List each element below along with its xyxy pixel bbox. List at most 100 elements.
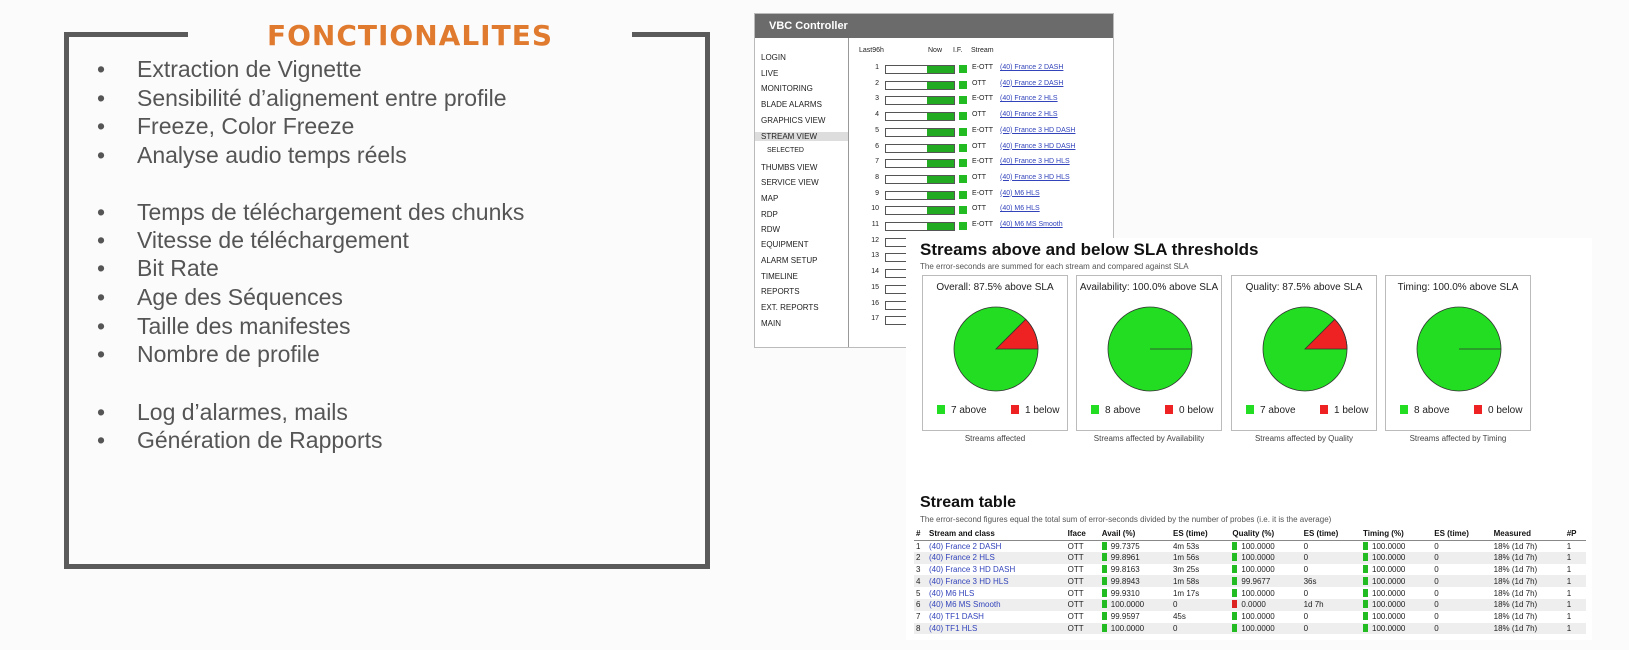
feature-item: • Nombre de profile xyxy=(97,340,320,368)
column-header: Quality (%) xyxy=(1230,528,1302,541)
stream-link[interactable]: (40) France 3 HD HLS xyxy=(926,575,1066,588)
stream-link[interactable]: (40) M6 HLS xyxy=(1000,205,1040,212)
menu-item-map[interactable]: MAP xyxy=(761,194,778,203)
table-cell: 0 xyxy=(1432,551,1492,564)
cell-value: 18% (1d 7h) xyxy=(1493,541,1538,551)
cell-value: 0 xyxy=(1434,541,1439,551)
cell-value: 3m 25s xyxy=(1172,564,1200,574)
cell-value: 45s xyxy=(1172,612,1186,622)
stream-link[interactable]: (40) France 2 HLS xyxy=(926,551,1066,564)
status-square xyxy=(1101,588,1107,597)
menu-item-graphics-view[interactable]: GRAPHICS VIEW xyxy=(761,116,825,125)
cell-value: 100.0000 xyxy=(1110,600,1145,610)
stream-link[interactable]: (40) France 2 HLS xyxy=(1000,95,1058,102)
stream-link[interactable]: (40) France 3 HD DASH xyxy=(1000,127,1075,134)
cell-value: 5 xyxy=(916,588,921,598)
stream-link[interactable]: (40) M6 HLS xyxy=(1000,190,1040,197)
cell-value: (40) TF1 DASH xyxy=(928,612,984,622)
menu-item-thumbs-view[interactable]: THUMBS VIEW xyxy=(761,163,817,172)
cell-value: (40) France 2 HLS xyxy=(928,553,995,563)
stream-link[interactable]: (40) TF1 HLS xyxy=(926,622,1066,635)
stream-link[interactable]: (40) M6 MS Smooth xyxy=(926,598,1066,611)
menu-item-reports[interactable]: REPORTS xyxy=(761,287,800,296)
table-cell: OTT xyxy=(1066,564,1100,576)
cell-value: OTT xyxy=(1067,623,1084,633)
menu-item-blade-alarms[interactable]: BLADE ALARMS xyxy=(761,100,822,109)
stream-link[interactable]: (40) TF1 DASH xyxy=(927,611,1066,623)
table-cell: 1m 56s xyxy=(1170,551,1231,564)
column-header: Measured xyxy=(1491,528,1565,541)
table-row: 6 (40) M6 MS Smooth OTT 100.0000 0 0.0000 1d 7… xyxy=(914,598,1586,611)
bullet-icon: • xyxy=(97,227,106,253)
stream-link[interactable]: (40) France 2 DASH xyxy=(927,540,1066,552)
stream-link[interactable]: (40) France 3 HD DASH xyxy=(1000,143,1075,150)
table-cell: 0 xyxy=(1432,564,1491,576)
menu-item-stream-view[interactable]: STREAM VIEW xyxy=(755,132,848,141)
stream-link[interactable]: (40) France 2 DASH xyxy=(1000,64,1063,71)
table-cell: 0 xyxy=(1432,587,1491,599)
stream-link[interactable]: (40) France 2 HLS xyxy=(1000,111,1058,118)
menu-item-alarm-setup[interactable]: ALARM SETUP xyxy=(761,256,817,265)
menu-item-live[interactable]: LIVE xyxy=(761,69,778,78)
menu-item-ext-reports[interactable]: EXT. REPORTS xyxy=(761,303,819,312)
legend-above-swatch xyxy=(1091,405,1099,414)
history-bar xyxy=(885,143,955,153)
vbc-window-title: VBC Controller xyxy=(755,14,1113,38)
menu-item-login[interactable]: LOGIN xyxy=(761,53,786,62)
interface-label: OTT xyxy=(972,205,986,213)
legend-below-swatch xyxy=(1474,405,1482,414)
menu-item-service-view[interactable]: SERVICE VIEW xyxy=(761,178,819,187)
bullet-icon: • xyxy=(97,113,106,139)
pie-chart xyxy=(1107,306,1193,392)
cell-value: OTT xyxy=(1067,553,1084,563)
menu-item-main[interactable]: MAIN xyxy=(761,319,781,328)
feature-item: • Vitesse de téléchargement xyxy=(97,226,409,254)
legend-below-label: 0 below xyxy=(1179,405,1214,416)
stream-link[interactable]: (40) France 3 HD DASH xyxy=(927,564,1066,576)
bullet-icon: • xyxy=(97,399,106,425)
status-square xyxy=(1101,541,1107,550)
header-last96h: Last96h xyxy=(859,47,884,54)
menu-item-rdw[interactable]: RDW xyxy=(761,225,780,234)
menu-item-timeline[interactable]: TIMELINE xyxy=(761,272,798,281)
table-cell: 100.0000 xyxy=(1361,611,1432,623)
cell-value: 1 xyxy=(1566,576,1572,586)
menu-item-rdp[interactable]: RDP xyxy=(761,210,778,219)
table-cell: 1 xyxy=(1564,551,1586,564)
stream-link[interactable]: (40) France 2 DASH xyxy=(1000,80,1063,87)
sla-subtitle: The error-seconds are summed for each st… xyxy=(920,262,1189,271)
stream-link[interactable]: (40) France 3 HD HLS xyxy=(1000,158,1070,165)
column-header: # xyxy=(914,528,927,541)
status-square xyxy=(1363,600,1368,609)
bullet-icon: • xyxy=(97,427,106,453)
stream-link[interactable]: (40) France 3 HD HLS xyxy=(1000,174,1070,181)
table-row: 3 (40) France 3 HD DASH OTT 99.8163 3m 25s 10… xyxy=(914,564,1586,576)
cell-value: 0 xyxy=(1303,553,1309,563)
status-square xyxy=(1363,541,1368,550)
status-now-indicator xyxy=(959,174,967,183)
stream-link[interactable]: (40) M6 HLS xyxy=(927,587,1066,599)
table-cell: 100.0000 xyxy=(1230,587,1301,599)
cell-value: 18% (1d 7h) xyxy=(1493,576,1538,586)
cell-value: 0 xyxy=(1434,588,1439,598)
column-header: ES (time) xyxy=(1301,528,1361,541)
cell-value: 100.0000 xyxy=(1241,588,1275,598)
menu-item-equipment[interactable]: EQUIPMENT xyxy=(761,240,809,249)
stream-link[interactable]: (40) M6 MS Smooth xyxy=(1000,221,1063,228)
table-cell: 0 xyxy=(1170,622,1231,635)
cell-value: 100.0000 xyxy=(1372,600,1406,610)
interface-label: OTT xyxy=(972,111,986,119)
interface-label: E-OTT xyxy=(972,189,993,197)
menu-item-selected[interactable]: SELECTED xyxy=(767,147,804,154)
table-cell: 8 xyxy=(914,622,927,635)
menu-item-monitoring[interactable]: MONITORING xyxy=(761,84,813,93)
history-bar-fill xyxy=(926,160,954,168)
table-cell: 100.0000 xyxy=(1230,564,1301,576)
cell-value: 100.0000 xyxy=(1372,576,1406,586)
bullet-icon: • xyxy=(97,56,106,82)
cell-value: 8 xyxy=(916,623,921,633)
legend-above-label: 8 above xyxy=(1105,405,1141,416)
table-cell: 18% (1d 7h) xyxy=(1491,575,1565,588)
history-bar xyxy=(885,65,955,74)
row-number: 7 xyxy=(875,158,879,166)
